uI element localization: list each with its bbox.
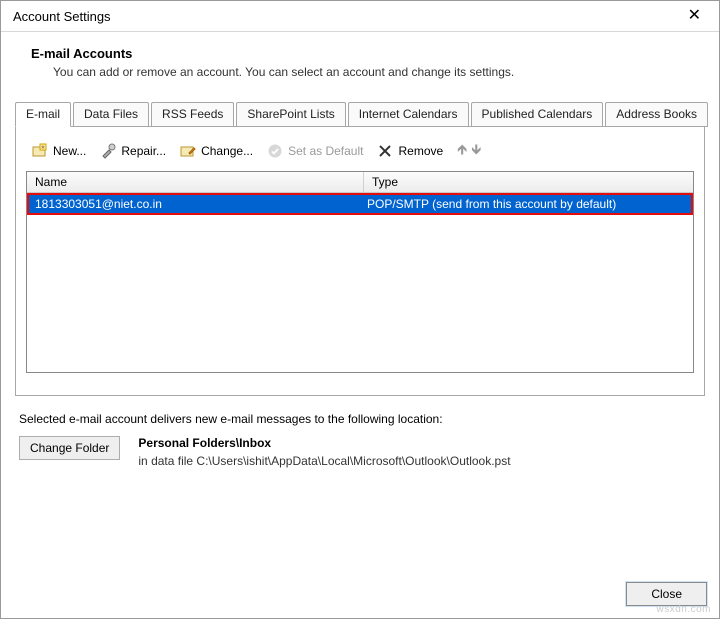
list-header: Name Type [27,172,693,193]
tab-panel: ★ New... Repair... Change... S [15,126,705,396]
column-name[interactable]: Name [27,172,364,192]
delivery-section: Selected e-mail account delivers new e-m… [1,396,719,468]
change-folder-button[interactable]: Change Folder [19,436,120,460]
tab-data-files[interactable]: Data Files [73,102,149,127]
tab-rss-feeds[interactable]: RSS Feeds [151,102,234,127]
reorder-arrows: 🡹 🡻 [451,139,481,163]
delivery-intro: Selected e-mail account delivers new e-m… [19,412,701,426]
remove-icon [377,143,393,159]
remove-button[interactable]: Remove [371,141,449,161]
set-default-button: Set as Default [261,141,369,161]
new-icon: ★ [32,143,48,159]
column-type[interactable]: Type [364,172,693,192]
window-title: Account Settings [13,9,111,24]
arrow-down-icon: 🡻 [471,139,481,163]
delivery-details: Personal Folders\Inbox in data file C:\U… [138,436,510,468]
account-row[interactable]: 1813303051@niet.co.in POP/SMTP (send fro… [27,193,693,215]
toolbar: ★ New... Repair... Change... S [22,137,698,171]
arrow-up-icon: 🡹 [457,139,467,163]
tab-published-calendars[interactable]: Published Calendars [471,102,604,127]
watermark: wsxdn.com [656,604,711,615]
list-body: 1813303051@niet.co.in POP/SMTP (send fro… [27,193,693,372]
tab-internet-calendars[interactable]: Internet Calendars [348,102,469,127]
account-settings-window: Account Settings ✕ E-mail Accounts You c… [0,0,720,619]
header-title: E-mail Accounts [31,46,705,61]
accounts-list: Name Type 1813303051@niet.co.in POP/SMTP… [26,171,694,373]
titlebar: Account Settings ✕ [1,1,719,32]
account-type: POP/SMTP (send from this account by defa… [361,195,691,213]
header-block: E-mail Accounts You can add or remove an… [1,32,719,101]
tab-email[interactable]: E-mail [15,102,71,127]
delivery-datafile: in data file C:\Users\ishit\AppData\Loca… [138,454,510,468]
new-button[interactable]: ★ New... [26,141,92,161]
repair-label: Repair... [121,144,166,158]
close-icon[interactable]: ✕ [678,4,711,28]
repair-button[interactable]: Repair... [94,141,172,161]
change-label: Change... [201,144,253,158]
check-circle-icon [267,143,283,159]
change-icon [180,143,196,159]
account-name: 1813303051@niet.co.in [29,195,361,213]
change-button[interactable]: Change... [174,141,259,161]
delivery-folder-path: Personal Folders\Inbox [138,436,510,450]
set-default-label: Set as Default [288,144,363,158]
tabs: E-mail Data Files RSS Feeds SharePoint L… [1,102,719,127]
close-button[interactable]: Close [626,582,707,606]
footer: Close [626,582,707,606]
tab-address-books[interactable]: Address Books [605,102,708,127]
new-label: New... [53,144,86,158]
header-subtitle: You can add or remove an account. You ca… [31,65,705,79]
repair-icon [100,143,116,159]
tab-sharepoint-lists[interactable]: SharePoint Lists [236,102,345,127]
remove-label: Remove [398,144,443,158]
svg-text:★: ★ [40,144,45,151]
